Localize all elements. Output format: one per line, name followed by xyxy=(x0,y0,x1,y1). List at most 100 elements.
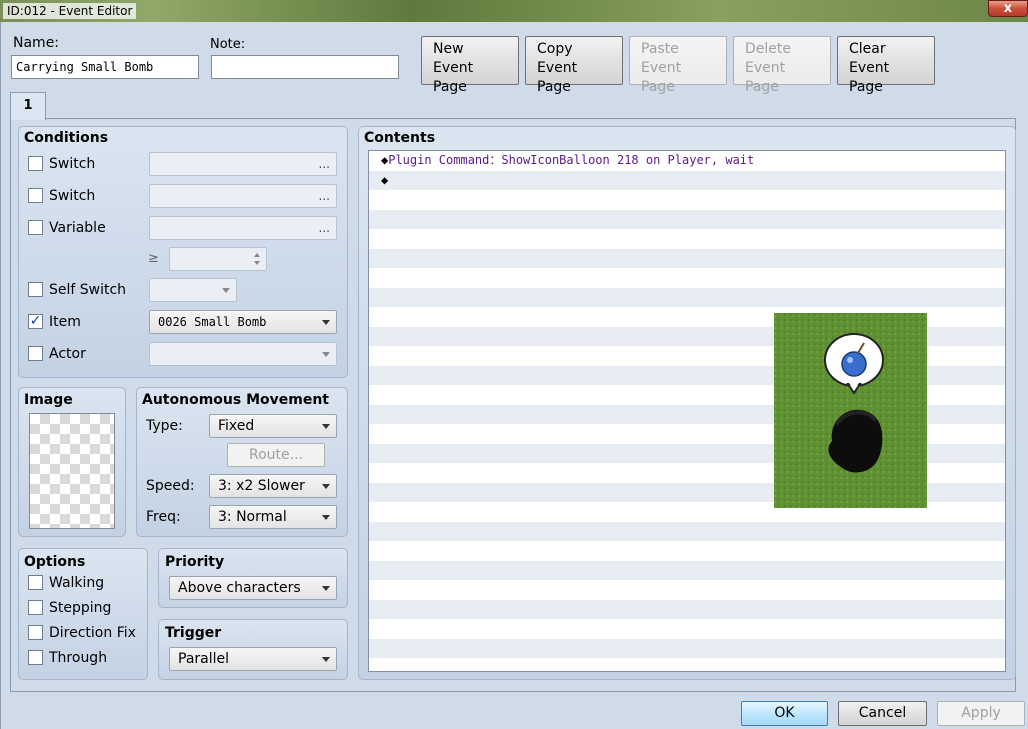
delete-event-page-line2: Event Page xyxy=(745,60,786,95)
switch2-label: Switch xyxy=(49,188,96,204)
chevron-down-icon xyxy=(322,515,330,520)
switch1-label: Switch xyxy=(49,156,96,172)
name-field[interactable] xyxy=(11,55,199,79)
empty-row xyxy=(369,209,1005,229)
speed-dropdown[interactable]: 3: x2 Slower xyxy=(209,474,337,498)
stepping-label: Stepping xyxy=(49,600,112,616)
empty-row xyxy=(369,268,1005,288)
switch2-selector[interactable]: ... xyxy=(149,184,337,208)
priority-title: Priority xyxy=(165,554,225,570)
switch2-ellipsis: ... xyxy=(318,189,330,203)
chevron-down-icon xyxy=(322,352,330,357)
priority-dropdown[interactable]: Above characters xyxy=(169,576,337,600)
type-label: Type: xyxy=(146,418,183,434)
type-dropdown-value: Fixed xyxy=(218,418,255,434)
empty-row xyxy=(369,619,1005,639)
command-text: Plugin Command：ShowIconBalloon 218 on Pl… xyxy=(388,153,755,167)
trigger-dropdown-value: Parallel xyxy=(178,651,230,667)
self-switch-checkbox[interactable] xyxy=(28,282,43,297)
chevron-down-icon xyxy=(322,484,330,489)
variable-label: Variable xyxy=(49,220,106,236)
new-event-page-button[interactable]: New Event Page xyxy=(421,36,519,95)
new-event-page-line2: Event Page xyxy=(433,60,474,95)
diamond-bullet-icon: ◆ xyxy=(381,172,389,187)
empty-row xyxy=(369,599,1005,619)
switch1-ellipsis: ... xyxy=(318,157,330,171)
spinner-arrows-icon[interactable] xyxy=(251,249,263,269)
item-label: Item xyxy=(49,314,81,330)
stepping-checkbox[interactable] xyxy=(28,600,43,615)
game-preview xyxy=(774,313,927,508)
chevron-down-icon xyxy=(322,320,330,325)
switch1-selector[interactable]: ... xyxy=(149,152,337,176)
switch1-checkbox[interactable] xyxy=(28,156,43,171)
actor-dropdown[interactable] xyxy=(149,342,337,366)
autonomous-movement-title: Autonomous Movement xyxy=(142,392,329,408)
route-button[interactable]: Route... xyxy=(227,443,325,467)
name-label: Name: xyxy=(13,35,60,51)
switch2-checkbox[interactable] xyxy=(28,188,43,203)
tab-page-1[interactable]: 1 xyxy=(10,92,46,120)
through-label: Through xyxy=(49,650,108,666)
delete-event-page-line1: Delete xyxy=(745,41,791,57)
empty-row xyxy=(369,287,1005,307)
empty-row xyxy=(369,248,1005,268)
walking-checkbox[interactable] xyxy=(28,575,43,590)
clear-event-page-line2: Event Page xyxy=(849,60,890,95)
actor-checkbox[interactable] xyxy=(28,346,43,361)
empty-row xyxy=(369,638,1005,658)
delete-event-page-button[interactable]: Delete Event Page xyxy=(733,36,831,95)
empty-row xyxy=(369,190,1005,210)
variable-selector[interactable]: ... xyxy=(149,216,337,240)
image-title: Image xyxy=(24,392,73,408)
freq-dropdown[interactable]: 3: Normal xyxy=(209,505,337,529)
command-row[interactable]: ◆Plugin Command：ShowIconBalloon 218 on P… xyxy=(369,151,1005,171)
speed-label: Speed: xyxy=(146,478,195,494)
empty-row xyxy=(369,521,1005,541)
self-switch-dropdown[interactable] xyxy=(149,278,237,302)
empty-row xyxy=(369,541,1005,561)
direction-fix-checkbox[interactable] xyxy=(28,625,43,640)
title-bar: ID:012 - Event Editor x xyxy=(0,0,1028,22)
window-title: ID:012 - Event Editor xyxy=(3,3,137,19)
empty-row xyxy=(369,580,1005,600)
variable-ellipsis: ... xyxy=(318,221,330,235)
image-preview[interactable] xyxy=(29,413,115,529)
paste-event-page-line1: Paste xyxy=(641,41,679,57)
speed-dropdown-value: 3: x2 Slower xyxy=(218,478,305,494)
variable-number-spinner[interactable] xyxy=(169,247,267,271)
conditions-title: Conditions xyxy=(24,130,109,146)
item-checkbox[interactable]: ✓ xyxy=(28,314,43,329)
priority-dropdown-value: Above characters xyxy=(178,580,301,596)
new-event-page-line1: New xyxy=(433,41,464,57)
empty-row xyxy=(369,658,1005,671)
cancel-button[interactable]: Cancel xyxy=(838,701,927,726)
options-title: Options xyxy=(24,554,86,570)
clear-event-page-line1: Clear xyxy=(849,41,886,57)
ok-button[interactable]: OK xyxy=(741,701,828,726)
contents-title: Contents xyxy=(364,130,436,146)
empty-row xyxy=(369,229,1005,249)
direction-fix-label: Direction Fix xyxy=(49,625,136,641)
through-checkbox[interactable] xyxy=(28,650,43,665)
paste-event-page-line2: Event Page xyxy=(641,60,682,95)
clear-event-page-button[interactable]: Clear Event Page xyxy=(837,36,935,95)
trigger-title: Trigger xyxy=(165,625,222,641)
copy-event-page-line1: Copy xyxy=(537,41,573,57)
note-label: Note: xyxy=(210,37,246,52)
item-dropdown[interactable]: 0026 Small Bomb xyxy=(149,310,337,334)
note-field[interactable] xyxy=(211,55,399,79)
actor-label: Actor xyxy=(49,346,86,362)
variable-checkbox[interactable] xyxy=(28,220,43,235)
paste-event-page-button[interactable]: Paste Event Page xyxy=(629,36,727,95)
self-switch-label: Self Switch xyxy=(49,282,127,298)
copy-event-page-button[interactable]: Copy Event Page xyxy=(525,36,623,95)
command-row[interactable]: ◆ xyxy=(369,170,1005,190)
chevron-down-icon xyxy=(222,288,230,293)
item-dropdown-value: 0026 Small Bomb xyxy=(158,315,267,329)
close-button[interactable]: x xyxy=(988,0,1028,17)
apply-button[interactable]: Apply xyxy=(937,701,1025,726)
type-dropdown[interactable]: Fixed xyxy=(209,414,337,438)
trigger-dropdown[interactable]: Parallel xyxy=(169,647,337,671)
empty-row xyxy=(369,560,1005,580)
